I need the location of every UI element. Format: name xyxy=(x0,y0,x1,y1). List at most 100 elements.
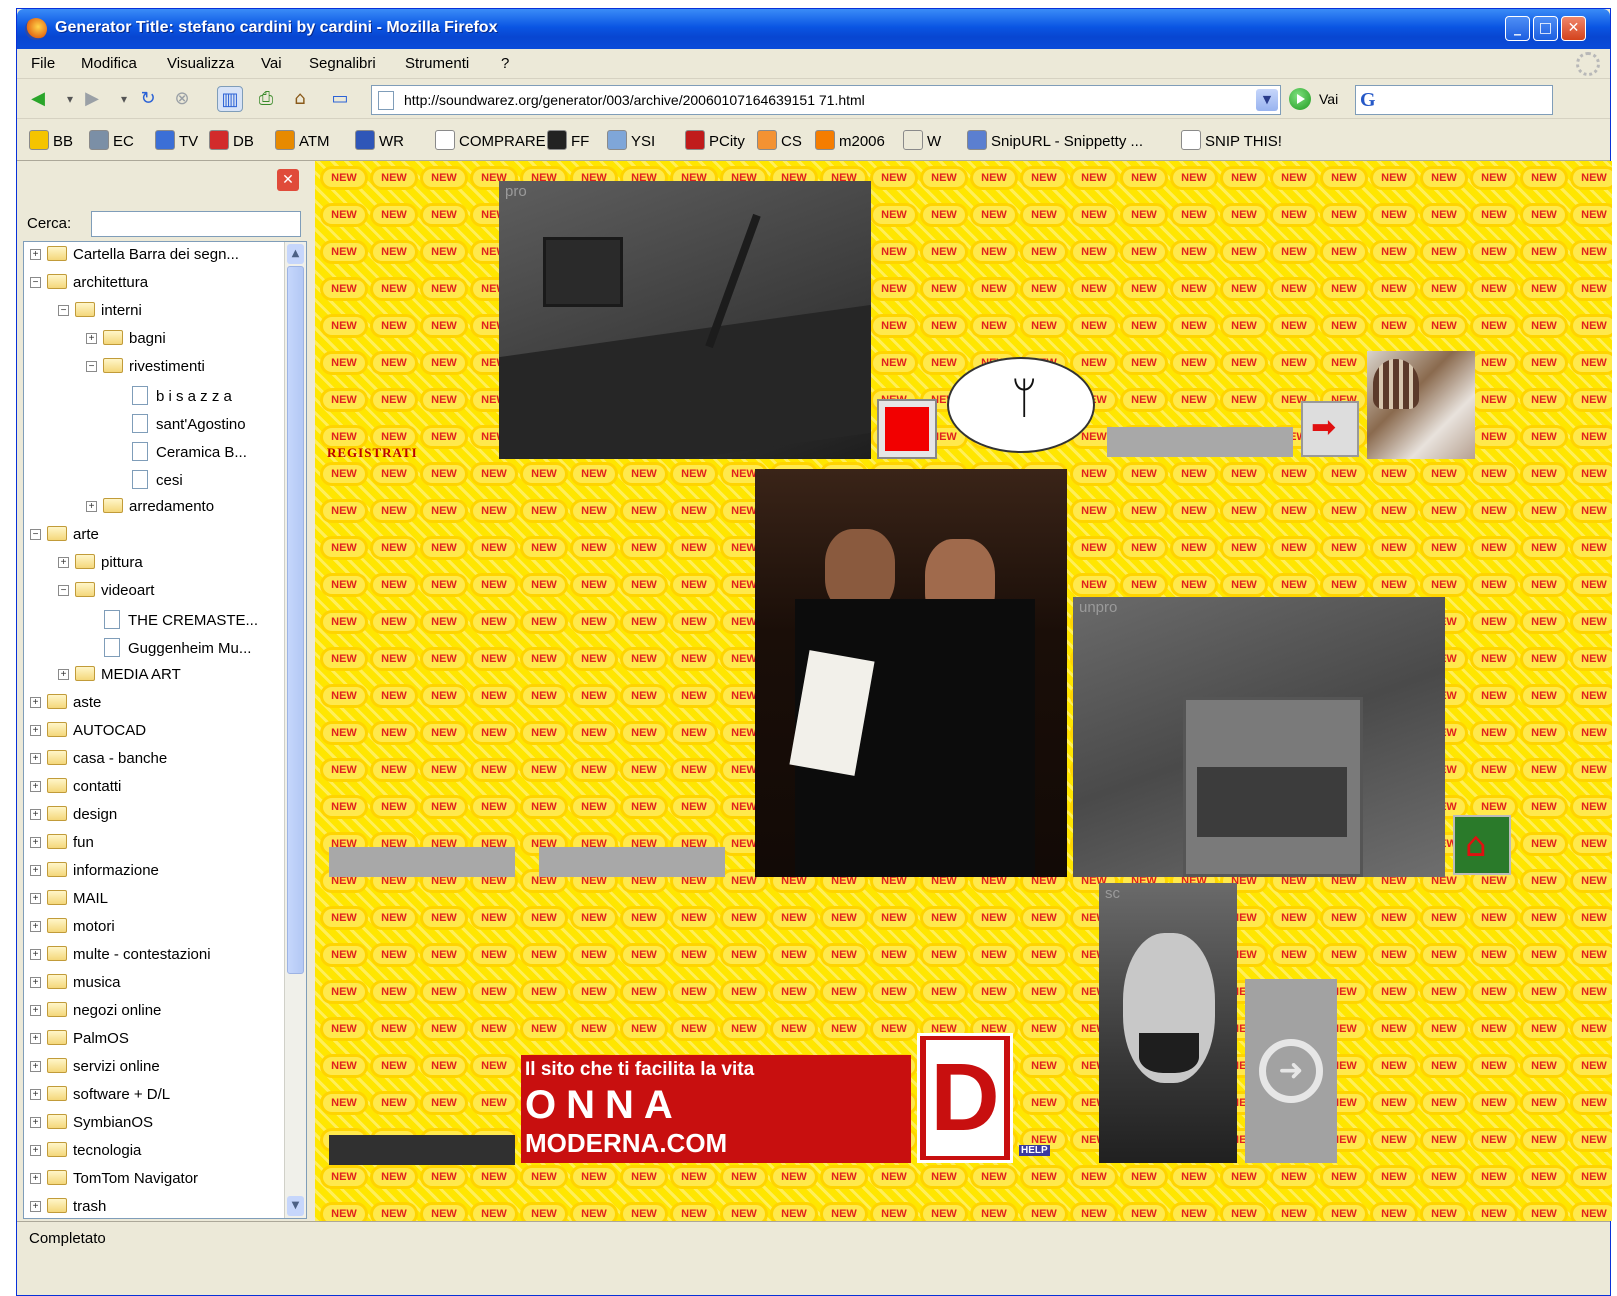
url-input[interactable] xyxy=(404,90,1234,110)
bookmark-8[interactable]: YSI xyxy=(607,130,655,152)
expand-icon[interactable]: + xyxy=(30,1061,41,1072)
tree-item[interactable]: b i s a z z a xyxy=(132,386,232,412)
expand-icon[interactable]: + xyxy=(30,725,41,736)
scroll-up-icon[interactable]: ▲ xyxy=(287,244,304,264)
expand-icon[interactable]: + xyxy=(30,753,41,764)
tree-item[interactable]: + arredamento xyxy=(86,498,214,524)
menu-visualizza[interactable]: Visualizza xyxy=(167,55,234,72)
expand-icon[interactable]: + xyxy=(58,669,69,680)
tree-item[interactable]: + trash xyxy=(30,1198,106,1218)
stop-icon[interactable]: ⊗ xyxy=(169,86,195,112)
sidebar-toggle-icon[interactable]: ▥ xyxy=(217,86,243,112)
gray-bar-1[interactable] xyxy=(1107,427,1293,457)
tree-item[interactable]: + AUTOCAD xyxy=(30,722,146,748)
forward-dropdown-icon[interactable]: ▾ xyxy=(111,86,137,112)
expand-icon[interactable]: + xyxy=(30,949,41,960)
bookmark-5[interactable]: WR xyxy=(355,130,404,152)
reload-icon[interactable]: ↻ xyxy=(135,86,161,112)
sidebar-search-input[interactable] xyxy=(91,211,301,237)
tree-item[interactable]: − architettura xyxy=(30,274,148,300)
go-button[interactable]: Vai xyxy=(1289,88,1349,112)
bookmark-14[interactable]: SNIP THIS! xyxy=(1181,130,1282,152)
forward-circle-button[interactable]: ➜ xyxy=(1245,979,1337,1163)
collapse-icon[interactable]: − xyxy=(86,361,97,372)
url-dropdown-icon[interactable]: ▼ xyxy=(1256,89,1278,111)
print-icon[interactable]: ⎙ xyxy=(253,86,279,112)
tree-item[interactable]: THE CREMASTE... xyxy=(104,610,258,636)
home-button[interactable]: ⌂ xyxy=(1453,815,1511,875)
expand-icon[interactable]: + xyxy=(30,809,41,820)
tree-item[interactable]: + casa - banche xyxy=(30,750,167,776)
donna-moderna-banner[interactable]: Il sito che ti facilita la vita ONNA MOD… xyxy=(521,1055,911,1163)
expand-icon[interactable]: + xyxy=(86,501,97,512)
d-logo[interactable]: D xyxy=(917,1033,1013,1163)
winter-couple-photo[interactable] xyxy=(1367,351,1475,459)
bookmark-6[interactable]: COMPRARE xyxy=(435,130,546,152)
back-arrow-icon[interactable]: ◀ xyxy=(25,86,51,112)
collapse-icon[interactable]: − xyxy=(58,305,69,316)
sc-portrait-photo[interactable]: sc xyxy=(1099,883,1237,1163)
expand-icon[interactable]: + xyxy=(30,921,41,932)
bookmark-13[interactable]: SnipURL - Snippetty ... xyxy=(967,130,1143,152)
expand-icon[interactable]: + xyxy=(30,893,41,904)
menu-modifica[interactable]: Modifica xyxy=(81,55,137,72)
tree-item[interactable]: − rivestimenti xyxy=(86,358,205,384)
expand-icon[interactable]: + xyxy=(30,865,41,876)
forward-arrow-icon[interactable]: ▶ xyxy=(79,86,105,112)
new-window-icon[interactable]: ▭ xyxy=(327,86,353,112)
maximize-button[interactable]: □ xyxy=(1533,16,1558,41)
expand-icon[interactable]: + xyxy=(30,1145,41,1156)
tree-item[interactable]: + MAIL xyxy=(30,890,108,916)
next-arrow-button[interactable]: ➡ xyxy=(1301,401,1359,457)
red-square-button[interactable] xyxy=(877,399,937,459)
bookmark-2[interactable]: TV xyxy=(155,130,198,152)
tree-item[interactable]: + SymbianOS xyxy=(30,1114,153,1140)
bookmark-12[interactable]: W xyxy=(903,130,941,152)
scroll-thumb[interactable] xyxy=(287,266,304,974)
address-bar[interactable]: ▼ xyxy=(371,85,1281,115)
menu-file[interactable]: File xyxy=(31,55,55,72)
tree-item[interactable]: + software + D/L xyxy=(30,1086,170,1112)
menu-strumenti[interactable]: Strumenti xyxy=(405,55,469,72)
expand-icon[interactable]: + xyxy=(30,1033,41,1044)
expand-icon[interactable]: + xyxy=(30,1005,41,1016)
emblem-logo[interactable]: ᛘ xyxy=(947,357,1095,453)
tree-item[interactable]: + tecnologia xyxy=(30,1142,141,1168)
tree-item[interactable]: + Cartella Barra dei segn... xyxy=(30,246,239,272)
tree-item[interactable]: − interni xyxy=(58,302,142,328)
expand-icon[interactable]: + xyxy=(30,977,41,988)
expand-icon[interactable]: + xyxy=(30,1201,41,1212)
tree-item[interactable]: cesi xyxy=(132,470,183,496)
gray-bar-3[interactable] xyxy=(539,847,725,877)
gray-bar-2[interactable] xyxy=(329,847,515,877)
tree-item[interactable]: + informazione xyxy=(30,862,159,888)
expand-icon[interactable]: + xyxy=(30,837,41,848)
expand-icon[interactable]: + xyxy=(86,333,97,344)
sidebar-close-icon[interactable]: ✕ xyxy=(277,169,299,191)
expand-icon[interactable]: + xyxy=(30,1089,41,1100)
tree-item[interactable]: + bagni xyxy=(86,330,166,356)
tree-item[interactable]: sant'Agostino xyxy=(132,414,246,440)
bookmark-3[interactable]: DB xyxy=(209,130,254,152)
tree-item[interactable]: + MEDIA ART xyxy=(58,666,181,692)
pro-photo[interactable]: pro xyxy=(499,181,871,459)
award-photo[interactable] xyxy=(755,469,1067,877)
scroll-down-icon[interactable]: ▼ xyxy=(287,1196,304,1216)
tree-item[interactable]: + PalmOS xyxy=(30,1030,129,1056)
collapse-icon[interactable]: − xyxy=(30,529,41,540)
bookmark-9[interactable]: PCity xyxy=(685,130,745,152)
bookmark-4[interactable]: ATM xyxy=(275,130,330,152)
bookmark-11[interactable]: m2006 xyxy=(815,130,885,152)
expand-icon[interactable]: + xyxy=(30,1117,41,1128)
dark-bar[interactable] xyxy=(329,1135,515,1165)
tree-item[interactable]: − arte xyxy=(30,526,99,552)
tree-scrollbar[interactable]: ▲ ▼ xyxy=(284,242,306,1218)
tree-item[interactable]: + pittura xyxy=(58,554,143,580)
tree-item[interactable]: + negozi online xyxy=(30,1002,161,1028)
tree-item[interactable]: + fun xyxy=(30,834,94,860)
bookmark-7[interactable]: FF xyxy=(547,130,589,152)
tree-item[interactable]: + aste xyxy=(30,694,101,720)
menu-help[interactable]: ? xyxy=(501,55,509,72)
menu-segnalibri[interactable]: Segnalibri xyxy=(309,55,376,72)
home-icon[interactable]: ⌂ xyxy=(287,86,313,112)
